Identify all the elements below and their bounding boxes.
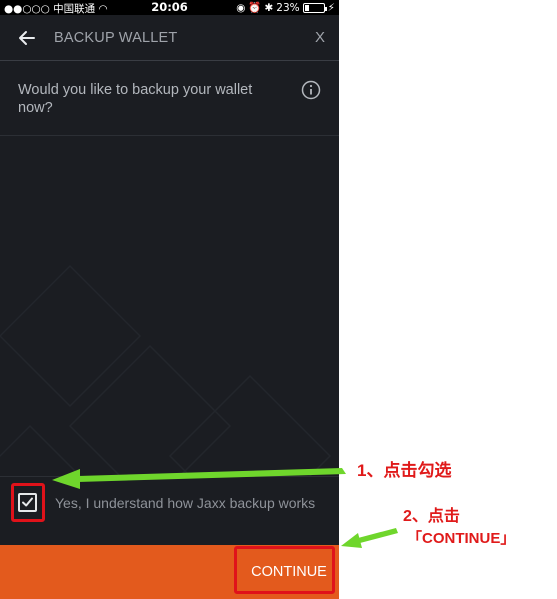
status-bar: ●●○○○ 中国联通 ◠ 20:06 ◉ ⏰ ✱ 23% ⚡: [0, 0, 339, 15]
background-diamond-pattern: [0, 264, 332, 476]
green-arrow-2: [341, 528, 398, 548]
highlight-box-checkbox: [11, 483, 45, 522]
highlight-box-continue: [234, 546, 335, 594]
checkbox-label[interactable]: Yes, I understand how Jaxx backup works: [55, 495, 315, 511]
alarm-icon: ⏰: [248, 2, 262, 14]
page-title: BACKUP WALLET: [54, 30, 178, 46]
close-button[interactable]: X: [315, 29, 325, 46]
info-icon[interactable]: [301, 80, 321, 100]
charging-icon: ⚡: [327, 1, 335, 14]
app-header: BACKUP WALLET X: [0, 15, 339, 61]
annotation-step-1: 1、点击勾选: [357, 461, 452, 480]
annotation-step-2-target: 「CONTINUE」: [407, 530, 516, 547]
battery-fill: [304, 4, 309, 11]
status-right: ◉ ⏰ ✱ 23% ⚡: [236, 1, 335, 15]
battery-percent: 23%: [276, 1, 300, 14]
divider: [0, 476, 339, 477]
bluetooth-icon: ✱: [264, 1, 274, 14]
phone-screen: ●●○○○ 中国联通 ◠ 20:06 ◉ ⏰ ✱ 23% ⚡ BACKUP WA…: [0, 0, 339, 599]
lock-rotation-icon: ◉: [236, 1, 246, 14]
battery-icon: [302, 2, 327, 13]
annotation-step-2: 2、点击: [403, 508, 460, 525]
back-arrow-icon[interactable]: [17, 28, 37, 48]
arrow-head: [341, 533, 362, 548]
backup-question: Would you like to backup your wallet now…: [18, 82, 253, 116]
arrow-shaft: [358, 528, 398, 543]
